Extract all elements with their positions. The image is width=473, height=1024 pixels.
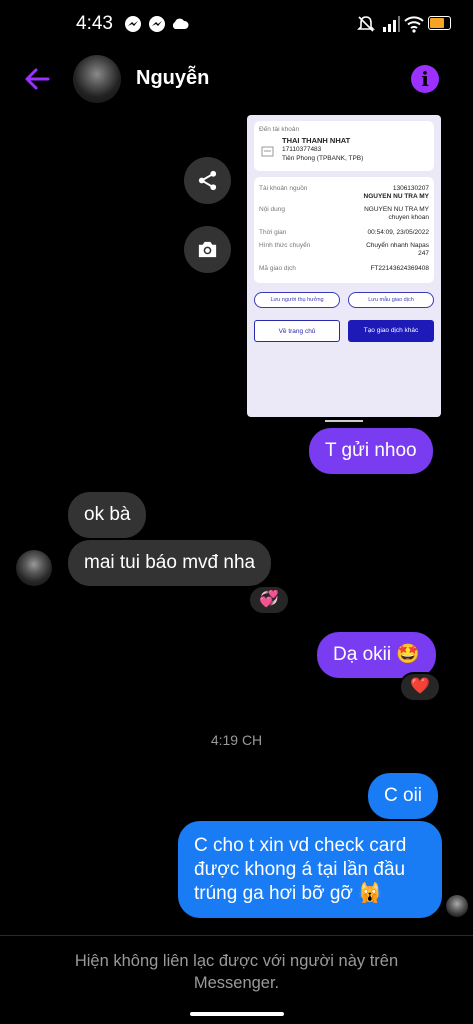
wifi-icon [404,16,424,33]
new-transaction-button: Tạo giao dịch khác [348,320,434,342]
save-template-label: Lưu mẫu giao dịch [368,297,414,303]
detail-value: chuyen khoan [388,214,429,221]
cloud-icon [172,18,189,29]
detail-value: 247 [418,250,429,257]
image-divider [325,420,363,422]
battery-icon [428,16,451,30]
save-template-button: Lưu mẫu giao dịch [348,292,434,308]
detail-value: 00:54:09, 23/05/2022 [367,229,429,236]
bank-icon [261,146,274,157]
detail-value: FT22143624369408 [370,265,429,272]
bell-muted-icon [357,16,375,32]
detail-label: Nội dung [259,206,286,213]
transaction-details-card: Tài khoản nguồn 1306130207 NGUYEN NU TRA… [254,177,434,283]
reaction-emoji: ❤️ [410,678,430,695]
share-icon [198,170,217,191]
new-transaction-label: Tạo giao dịch khác [363,327,419,334]
contact-avatar[interactable] [73,55,121,103]
reaction-badge[interactable]: 💞 [248,585,290,615]
detail-label: Hình thức chuyển [259,242,311,249]
info-icon[interactable]: i [411,65,439,93]
message-text: T gửi nhoo [325,440,417,461]
contact-name[interactable]: Nguyễn [136,67,209,90]
message-line: C cho t xin vd check card [194,835,407,856]
share-button[interactable] [184,157,231,204]
recipient-bank: Tiên Phong (TPBANK, TPB) [282,155,364,162]
recipient-label: Đến tài khoản [259,126,300,133]
detail-value: Chuyển nhanh Napas [366,242,429,249]
recipient-account: 17110377483 [282,146,322,153]
home-indicator[interactable] [190,1012,284,1016]
message-outgoing[interactable]: C oii [368,773,439,819]
battery-level [430,18,444,28]
detail-value: 1306130207 [392,185,429,192]
shared-transfer-screenshot[interactable]: Đến tài khoản THAI THANH NHAT 1711037748… [247,115,441,417]
messenger-notification-icon [125,16,141,32]
camera-button[interactable] [184,226,231,273]
message-text: ok bà [84,504,131,525]
message-line: trúng ga hơi bỡ gỡ 🙀 [194,883,382,904]
save-recipient-label: Lưu người thụ hưởng [270,297,324,303]
detail-label: Thời gian [259,229,287,236]
footer-divider [0,935,473,936]
home-button: Về trang chủ [254,320,340,342]
recipient-card: Đến tài khoản THAI THANH NHAT 1711037748… [254,121,434,171]
message-incoming[interactable]: ok bà [68,492,147,538]
seen-avatar [446,895,468,917]
message-outgoing[interactable]: T gửi nhoo [309,428,433,474]
detail-value: NGUYEN NU TRA MY [364,206,429,213]
message-outgoing[interactable]: C cho t xin vd check card được khong á t… [178,821,442,918]
save-recipient-button: Lưu người thụ hưởng [254,292,340,308]
reaction-badge[interactable]: ❤️ [399,672,441,702]
detail-label: Mã giao dịch [259,265,296,272]
message-text: C oii [384,785,423,806]
message-incoming[interactable]: mai tui báo mvđ nha [68,540,272,586]
message-line: được khong á tại lần đầu [194,859,406,880]
message-timestamp: 4:19 CH [210,732,263,748]
detail-value: NGUYEN NU TRA MY [363,193,429,200]
unavailable-notice: Hiện không liên lạc được với người này t… [74,952,399,992]
reaction-emoji: 💞 [259,591,279,608]
contact-avatar-small[interactable] [16,550,52,586]
status-bar: 4:43 [0,0,473,50]
signal-icon [383,16,400,32]
message-text: mai tui báo mvđ nha [84,552,256,573]
recipient-name: THAI THANH NHAT [282,136,351,145]
message-text: Dạ okii 🤩 [333,644,421,665]
detail-label: Tài khoản nguồn [259,185,308,192]
home-button-label: Về trang chủ [278,328,316,335]
status-time: 4:43 [76,13,113,34]
camera-icon [198,241,217,258]
messenger-notification-icon [149,16,165,32]
chat-header: Nguyễn i [0,50,473,110]
back-arrow-icon[interactable] [22,64,52,94]
